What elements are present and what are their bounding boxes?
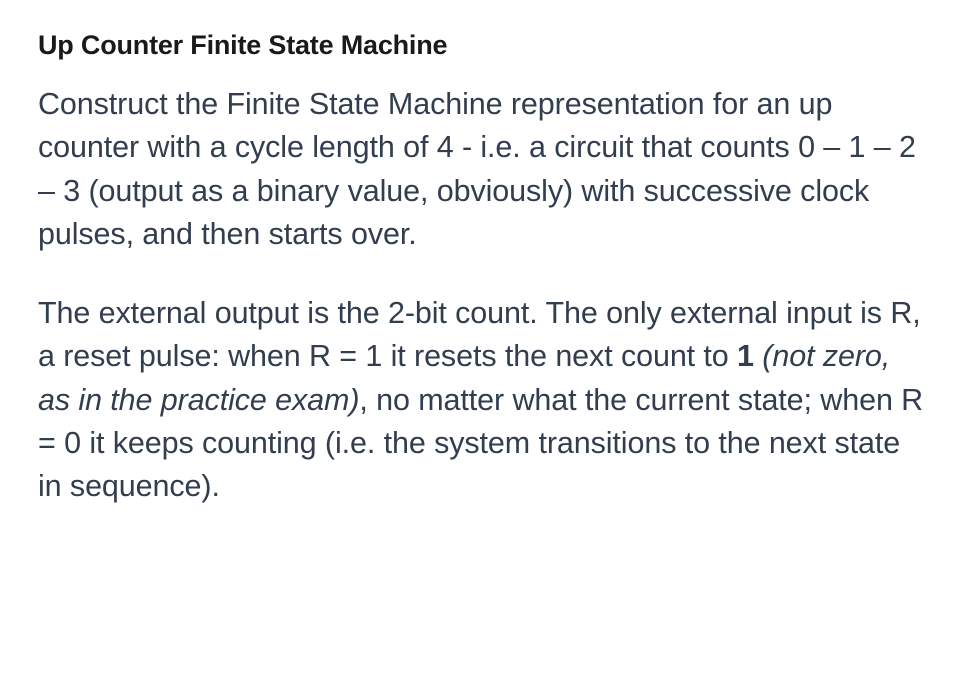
paragraph-intro: Construct the Finite State Machine repre… xyxy=(38,83,925,256)
page-title: Up Counter Finite State Machine xyxy=(38,30,925,61)
bold-text: 1 xyxy=(737,339,754,373)
paragraph-details: The external output is the 2-bit count. … xyxy=(38,292,925,508)
